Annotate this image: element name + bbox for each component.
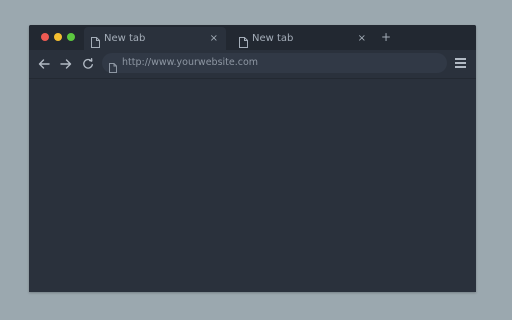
address-bar[interactable]: http://www.yourwebsite.com (102, 53, 447, 73)
tab-title: New tab (252, 33, 294, 44)
toolbar: http://www.yourwebsite.com (29, 50, 476, 79)
tab-1[interactable]: New tab × (84, 27, 226, 50)
url-text[interactable]: http://www.yourwebsite.com (122, 57, 258, 69)
tab-close-button[interactable]: × (358, 33, 366, 45)
zoom-window-button[interactable] (67, 33, 75, 41)
document-icon (239, 33, 248, 48)
hamburger-menu-icon[interactable] (455, 58, 466, 70)
tab-2[interactable]: New tab × (232, 27, 374, 50)
tab-bar: New tab × New tab × + (29, 25, 476, 50)
minimize-window-button[interactable] (54, 33, 62, 41)
new-tab-button[interactable]: + (381, 30, 391, 44)
reload-icon[interactable] (80, 56, 96, 72)
arrow-right-icon[interactable] (58, 56, 74, 72)
page-content (29, 79, 476, 292)
document-icon (109, 58, 117, 73)
tab-close-button[interactable]: × (210, 33, 218, 45)
tab-title: New tab (104, 33, 146, 44)
document-icon (91, 33, 100, 48)
close-window-button[interactable] (41, 33, 49, 41)
browser-window: New tab × New tab × + http://www.yourweb… (29, 25, 476, 292)
arrow-left-icon[interactable] (36, 56, 52, 72)
